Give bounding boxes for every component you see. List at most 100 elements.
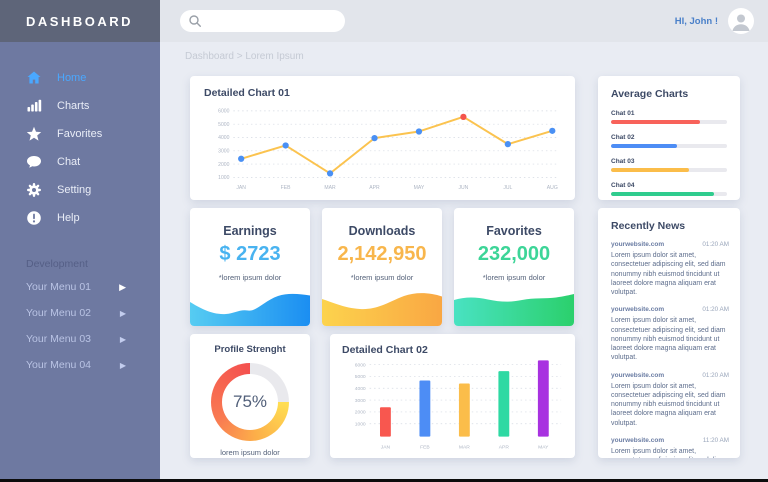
progress-label: Chat 04 bbox=[611, 182, 727, 189]
chat-bubble-icon bbox=[26, 154, 42, 170]
sidebar-item-label: Home bbox=[57, 72, 86, 84]
sidebar-item-your-menu-01[interactable]: Your Menu 01 ▶ bbox=[0, 274, 160, 300]
average-charts-card: Average Charts Chat 01Chat 02Chat 03Chat… bbox=[598, 76, 740, 200]
progress-fill bbox=[611, 192, 714, 196]
svg-text:5000: 5000 bbox=[355, 374, 366, 380]
kpi-subtitle: *lorem ipsum dolor bbox=[190, 273, 310, 282]
news-source-link[interactable]: yourwebsite.com bbox=[611, 241, 664, 248]
sidebar-item-label: Chat bbox=[57, 156, 80, 168]
svg-text:MAY: MAY bbox=[414, 185, 425, 191]
favorites-card: Favorites 232,000 *lorem ipsum dolor bbox=[454, 208, 574, 326]
news-item: yourwebsite.com 01:20 AM Lorem ipsum dolo… bbox=[611, 372, 729, 428]
app-title: DASHBOARD bbox=[0, 0, 160, 42]
svg-text:4000: 4000 bbox=[355, 386, 366, 392]
kpi-subtitle: lorem ipsum dolor bbox=[190, 448, 310, 457]
panel-title: Average Charts bbox=[611, 88, 727, 100]
news-item: yourwebsite.com 01:20 AM Lorem ipsum dolo… bbox=[611, 241, 729, 297]
news-item: yourwebsite.com01:20 AM Lorem ipsum dolo… bbox=[611, 306, 729, 362]
svg-text:FEB: FEB bbox=[420, 444, 430, 450]
svg-text:3000: 3000 bbox=[218, 149, 229, 155]
bar-chart: 600050004000300020001000JANFEBMARAPRMAY bbox=[342, 359, 567, 455]
sidebar-item-your-menu-02[interactable]: Your Menu 02 ▶ bbox=[0, 300, 160, 326]
sidebar-item-label: Charts bbox=[57, 100, 89, 112]
svg-text:1000: 1000 bbox=[218, 175, 229, 181]
progress-track bbox=[611, 168, 727, 172]
kpi-value: 232,000 bbox=[454, 243, 574, 266]
topbar: HI, John ! bbox=[160, 0, 768, 42]
sidebar-section-development: Development bbox=[26, 258, 160, 270]
detailed-chart-01-card: Detailed Chart 01 6000500040003000200010… bbox=[190, 76, 575, 200]
progress-label: Chat 02 bbox=[611, 134, 727, 141]
sidebar-item-charts[interactable]: Charts bbox=[0, 92, 160, 120]
news-body: Lorem ipsum dolor sit amet, consectetuer… bbox=[611, 251, 729, 297]
progress-fill bbox=[611, 144, 677, 148]
svg-text:JUN: JUN bbox=[458, 185, 468, 191]
sidebar-item-label: Your Menu 02 bbox=[26, 307, 91, 319]
progress-track bbox=[611, 192, 727, 196]
svg-text:AUG: AUG bbox=[547, 185, 558, 191]
chart-title: Detailed Chart 02 bbox=[342, 344, 567, 356]
sidebar-item-your-menu-04[interactable]: Your Menu 04 ▶ bbox=[0, 352, 160, 378]
news-source-link[interactable]: yourwebsite.com bbox=[611, 437, 664, 444]
chevron-right-icon: ▶ bbox=[120, 361, 126, 370]
svg-text:6000: 6000 bbox=[218, 109, 229, 115]
user-area: HI, John ! bbox=[675, 8, 754, 34]
chevron-right-icon: ▶ bbox=[119, 282, 126, 293]
chevron-right-icon: ▶ bbox=[120, 309, 126, 318]
news-timestamp: 11:20 AM bbox=[703, 437, 729, 444]
news-item: yourwebsite.com 11:20 AM Lorem ipsum dolo… bbox=[611, 437, 729, 458]
svg-text:MAR: MAR bbox=[324, 185, 336, 191]
avatar[interactable] bbox=[728, 8, 754, 34]
progress-label: Chat 03 bbox=[611, 158, 727, 165]
svg-text:JAN: JAN bbox=[236, 185, 246, 191]
star-icon bbox=[26, 126, 42, 142]
kpi-value: $ 2723 bbox=[190, 243, 310, 266]
search-input[interactable] bbox=[206, 16, 336, 27]
app-title-text: DASHBOARD bbox=[26, 14, 133, 29]
svg-text:5000: 5000 bbox=[218, 122, 229, 128]
sidebar-item-favorites[interactable]: Favorites bbox=[0, 120, 160, 148]
news-timestamp: 01:20 AM bbox=[702, 372, 729, 379]
svg-text:1000: 1000 bbox=[355, 422, 366, 428]
sidebar-item-label: Your Menu 01 bbox=[26, 281, 91, 293]
sidebar-item-label: Setting bbox=[57, 184, 91, 196]
sidebar-item-chat[interactable]: Chat bbox=[0, 148, 160, 176]
kpi-title: Favorites bbox=[454, 224, 574, 238]
svg-text:APR: APR bbox=[499, 444, 510, 450]
chart-title: Detailed Chart 01 bbox=[204, 87, 567, 99]
news-timestamp: 01:20 AM bbox=[702, 306, 729, 313]
bar-chart-icon bbox=[26, 98, 42, 114]
sidebar: DASHBOARD Home Charts Favorites bbox=[0, 0, 160, 482]
progress-track bbox=[611, 144, 727, 148]
svg-text:JAN: JAN bbox=[381, 444, 391, 450]
content-area: Dashboard > Lorem Ipsum Detailed Chart 0… bbox=[160, 42, 768, 479]
downloads-card: Downloads 2,142,950 *lorem ipsum dolor bbox=[322, 208, 442, 326]
svg-text:APR: APR bbox=[369, 185, 380, 191]
progress-row: Chat 01 bbox=[611, 110, 727, 124]
search-box[interactable] bbox=[180, 10, 345, 32]
kpi-value: 2,142,950 bbox=[322, 243, 442, 266]
sidebar-item-help[interactable]: Help bbox=[0, 204, 160, 232]
user-greeting[interactable]: HI, John ! bbox=[675, 16, 718, 27]
help-icon bbox=[26, 210, 42, 226]
progress-fill bbox=[611, 168, 689, 172]
news-body: Lorem ipsum dolor sit amet, consectetuer… bbox=[611, 447, 729, 458]
news-source-link[interactable]: yourwebsite.com bbox=[611, 306, 664, 313]
sidebar-item-setting[interactable]: Setting bbox=[0, 176, 160, 204]
news-body: Lorem ipsum dolor sit amet, consectetuer… bbox=[611, 382, 729, 428]
sidebar-item-label: Favorites bbox=[57, 128, 102, 140]
svg-text:MAR: MAR bbox=[459, 444, 470, 450]
progress-fill bbox=[611, 120, 700, 124]
person-icon bbox=[728, 8, 754, 34]
progress-track bbox=[611, 120, 727, 124]
news-timestamp: 01:20 AM bbox=[702, 241, 729, 248]
progress-bar-list: Chat 01 Chat 02 Chat 03 Chat 04 bbox=[611, 110, 727, 196]
svg-text:JUL: JUL bbox=[503, 185, 512, 191]
sidebar-item-your-menu-03[interactable]: Your Menu 03 ▶ bbox=[0, 326, 160, 352]
home-icon bbox=[26, 70, 42, 86]
sidebar-item-home[interactable]: Home bbox=[0, 64, 160, 92]
detailed-chart-02-card: Detailed Chart 02 6000500040003000200010… bbox=[330, 334, 575, 458]
news-source-link[interactable]: yourwebsite.com bbox=[611, 372, 664, 379]
kpi-subtitle: *lorem ipsum dolor bbox=[454, 273, 574, 282]
line-chart: 600050004000300020001000JANFEBMARAPRMAYJ… bbox=[204, 104, 566, 196]
